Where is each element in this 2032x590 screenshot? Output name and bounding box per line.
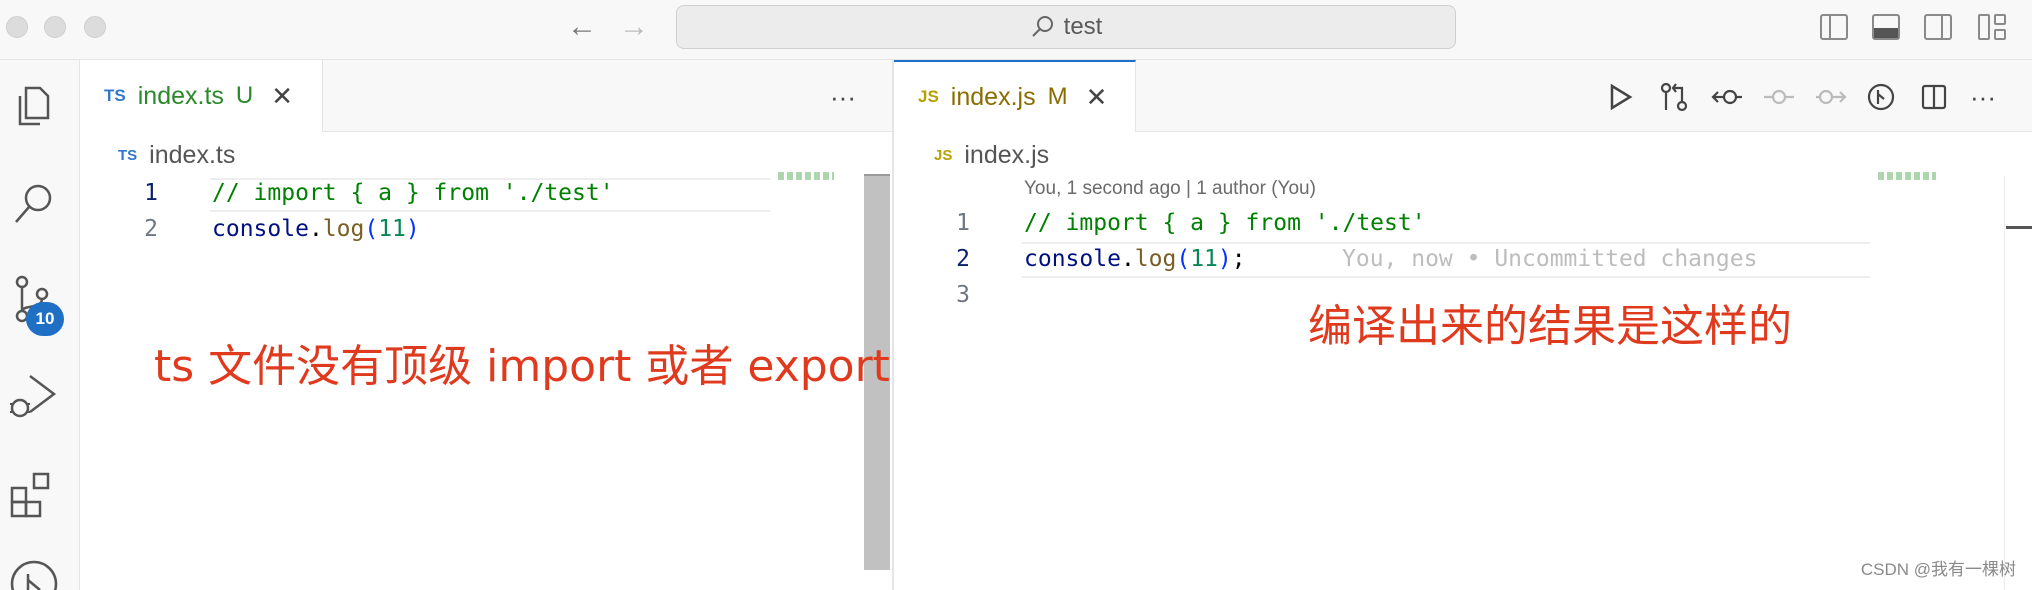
title-bar: ← → test (0, 0, 2032, 60)
code-comment: // import { a } from './test' (1024, 210, 1426, 236)
run-debug-icon[interactable] (6, 368, 62, 424)
minimap[interactable] (778, 172, 834, 180)
code-line[interactable]: // import { a } from './test' (1024, 210, 1426, 236)
typescript-icon: TS (104, 86, 126, 105)
more-actions-icon[interactable]: ··· (1970, 82, 1996, 113)
blame-codelens[interactable]: You, 1 second ago | 1 author (You) (1024, 178, 1316, 200)
javascript-icon: JS (934, 146, 953, 164)
code-line[interactable]: console.log(11) (212, 216, 420, 242)
run-icon[interactable] (1606, 82, 1634, 112)
window-minimize-button[interactable] (44, 16, 66, 38)
minimap[interactable] (1878, 172, 1936, 180)
git-graph-icon[interactable] (6, 556, 62, 590)
scrollbar-cursor-marker (2006, 226, 2032, 229)
split-editor-icon[interactable] (1920, 82, 1948, 112)
toggle-secondary-sidebar-icon[interactable] (1924, 14, 1952, 40)
tab-status-modified: M (1047, 83, 1068, 110)
code-token: log (1134, 246, 1177, 272)
search-icon (1031, 16, 1053, 37)
line-number: 1 (956, 210, 970, 236)
code-token: . (1120, 246, 1135, 272)
tab-index-ts[interactable]: TS index.ts U ✕ (80, 60, 323, 132)
tab-label: index.js (950, 82, 1036, 111)
tab-index-js[interactable]: JS index.js M ✕ (894, 60, 1136, 132)
breadcrumb: TS index.ts (118, 138, 235, 172)
code-line[interactable]: console.log(11); (1024, 246, 1246, 272)
close-icon[interactable]: ✕ (271, 81, 293, 112)
window-close-button[interactable] (6, 16, 28, 38)
code-comment: // import { a } from './test' (212, 180, 614, 206)
tab-label: index.ts (137, 81, 224, 110)
toggle-panel-icon[interactable] (1872, 14, 1900, 40)
close-icon[interactable]: ✕ (1086, 82, 1108, 113)
code-token: ( (364, 216, 379, 242)
watermark: CSDN @我有一棵树 (1860, 560, 2016, 579)
next-change-icon[interactable] (1814, 84, 1848, 110)
open-changes-icon[interactable] (1658, 80, 1690, 114)
code-token: ) (1217, 246, 1232, 272)
code-token: log (322, 216, 365, 242)
search-text: test (1063, 13, 1103, 40)
javascript-icon: JS (918, 87, 939, 106)
toggle-primary-sidebar-icon[interactable] (1820, 14, 1848, 40)
line-number: 2 (144, 216, 158, 242)
search-icon[interactable] (6, 176, 62, 232)
more-actions-icon[interactable]: ··· (830, 82, 856, 113)
typescript-icon: TS (118, 146, 138, 164)
annotation-left: ts 文件没有顶级 import 或者 export (154, 341, 890, 392)
breadcrumb-file[interactable]: index.ts (149, 141, 235, 170)
breadcrumb: JS index.js (934, 138, 1049, 172)
line-number: 1 (144, 180, 158, 206)
vertical-scrollbar[interactable] (2004, 176, 2032, 590)
breadcrumb-file[interactable]: index.js (964, 141, 1049, 170)
code-token: ; (1231, 246, 1246, 272)
code-token: ) (405, 216, 420, 242)
customize-layout-icon[interactable] (1978, 14, 2008, 40)
editor-group-divider[interactable] (892, 60, 894, 590)
line-number: 3 (956, 282, 970, 308)
code-token: . (308, 216, 323, 242)
code-token: console (212, 216, 309, 242)
annotation-right: 编译出来的结果是这样的 (1308, 301, 1792, 352)
tab-status-untracked: U (235, 82, 254, 109)
git-history-icon[interactable] (1866, 82, 1896, 112)
code-token: 11 (1190, 246, 1218, 272)
nav-back-button[interactable]: ← (562, 10, 602, 44)
source-control-badge: 10 (26, 302, 64, 336)
code-token: console (1024, 246, 1121, 272)
code-line[interactable]: // import { a } from './test' (212, 180, 614, 206)
inline-blame: You, now • Uncommitted changes (1342, 246, 1758, 272)
code-token: 11 (378, 216, 406, 242)
command-center-search[interactable]: test (676, 5, 1456, 49)
commit-icon[interactable] (1762, 84, 1796, 110)
previous-change-icon[interactable] (1710, 84, 1744, 110)
line-number: 2 (956, 246, 970, 272)
code-token: ( (1176, 246, 1191, 272)
extensions-icon[interactable] (6, 466, 62, 522)
nav-forward-button[interactable]: → (614, 10, 654, 44)
explorer-icon[interactable] (6, 78, 62, 134)
window-zoom-button[interactable] (84, 16, 106, 38)
